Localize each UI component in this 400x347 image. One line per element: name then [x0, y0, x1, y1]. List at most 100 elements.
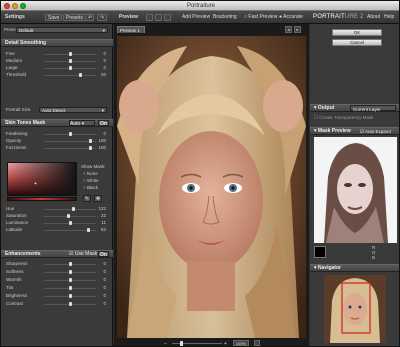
slider-knob[interactable]	[69, 270, 72, 274]
slider-knob[interactable]	[69, 59, 72, 63]
slider-row: Fuzziness 100	[6, 145, 106, 151]
detail-smoothing-header: Detail Smoothing	[1, 39, 113, 47]
tab-prev-icon[interactable]: ◂	[285, 26, 292, 33]
slider-row: Latitude 82	[6, 227, 106, 233]
slider-label: Sharpness	[6, 261, 28, 266]
slider-knob[interactable]	[71, 207, 75, 211]
use-mask-checkbox[interactable]: ☑ Use Mask	[69, 251, 97, 258]
skin-mode-select[interactable]: Auto ▾	[69, 120, 95, 127]
slider-row: Sharpness 0	[6, 261, 106, 267]
slider-knob[interactable]	[89, 139, 92, 143]
about-link[interactable]: About	[367, 14, 380, 21]
fast-preview-radio[interactable]: ○ Fast Preview	[244, 14, 277, 21]
show-mask-white-radio[interactable]: ○ White	[83, 178, 109, 184]
side-by-side-view-icon[interactable]	[164, 14, 171, 21]
tab-next-icon[interactable]: ▸	[294, 26, 301, 33]
add-preview-button[interactable]: Add Preview	[182, 14, 210, 21]
slider-row: Warmth 0	[6, 277, 106, 283]
slider-knob[interactable]	[69, 66, 72, 70]
zoom-in-icon[interactable]: +	[224, 341, 227, 346]
auto-expand-checkbox[interactable]: ☑ Auto Expand	[360, 128, 391, 135]
ok-button[interactable]: OK	[332, 29, 382, 36]
slider-label: Saturation	[6, 213, 27, 218]
slider-knob[interactable]	[69, 221, 72, 225]
save-button[interactable]: Save	[45, 14, 63, 21]
slider-knob[interactable]	[69, 262, 72, 266]
single-view-icon[interactable]	[146, 14, 153, 21]
navigator-thumbnail[interactable]	[324, 275, 386, 343]
create-transparency-checkbox[interactable]: ☐ Create Transparency Mask	[314, 115, 399, 121]
settings-panel: Preset Default ▾ Detail Smoothing Fine 0 Me…	[1, 24, 113, 346]
slider-label: Latitude	[6, 227, 23, 232]
zoom-out-icon[interactable]: −	[164, 341, 167, 346]
slider-label: Fuzziness	[6, 145, 27, 150]
skin-tones-mask-header: Skin Tones Mask Auto ▾ On	[1, 119, 113, 127]
help-link[interactable]: Help	[384, 14, 394, 21]
preview-area: Preview 1 ◂ ▸ − + 100%	[114, 24, 309, 346]
slider-row: Saturation 22	[6, 213, 106, 219]
slider-value: 122	[98, 206, 106, 211]
slider-knob[interactable]	[69, 286, 72, 290]
toolbar: Settings Save Presets ↶ ↷ Preview Add Pr…	[1, 11, 399, 24]
portrait-size-select[interactable]: Auto Detect ▾	[39, 107, 107, 113]
close-window-button[interactable]	[4, 3, 10, 9]
slider-value: 100	[98, 138, 106, 143]
portrait-size-label: Portrait Size	[6, 107, 31, 112]
presets-button[interactable]: Presets	[63, 14, 86, 21]
zoom-slider-knob[interactable]	[180, 341, 183, 346]
slider-row: Luminance 11	[6, 220, 106, 226]
eyedropper-icon[interactable]: ✎	[83, 195, 91, 202]
preset-select[interactable]: Default ▾	[16, 27, 108, 33]
slider-knob[interactable]	[79, 73, 82, 77]
show-mask-black-radio[interactable]: ○ Black	[83, 185, 109, 191]
slider-knob[interactable]	[89, 146, 92, 150]
output-value: Current Layer	[353, 107, 381, 112]
redo-icon[interactable]: ↷	[97, 14, 107, 21]
slider-value: 20	[100, 72, 106, 77]
slider-knob[interactable]	[86, 228, 90, 232]
slider-knob[interactable]	[66, 214, 70, 218]
picker-crosshair-icon[interactable]: +	[34, 181, 37, 187]
enhancements-on-toggle[interactable]: On	[98, 251, 109, 258]
skin-on-toggle[interactable]: On	[98, 120, 109, 127]
slider-label: Contrast	[6, 301, 24, 306]
hand-tool-icon[interactable]	[254, 340, 260, 346]
slider-value: 0	[103, 285, 106, 290]
zoom-window-button[interactable]	[20, 3, 26, 9]
show-mask-none-radio[interactable]: ○ None	[83, 171, 109, 177]
bracketing-button[interactable]: Bracketing	[213, 14, 237, 21]
window-title: Portraiture	[186, 3, 215, 9]
slider-knob[interactable]	[69, 52, 72, 56]
undo-icon[interactable]: ↶	[85, 14, 94, 21]
accurate-radio[interactable]: ● Accurate	[279, 14, 303, 21]
zoom-level-select[interactable]: 100%	[233, 340, 249, 346]
preview-image[interactable]	[117, 36, 306, 338]
slider-value: 11	[101, 220, 106, 225]
slider-label: Luminance	[6, 220, 29, 225]
enhancements-header: Enhancements ☑ Use Mask On	[1, 250, 113, 258]
slider-value: 0	[103, 65, 106, 70]
slider-row: Brightness 0	[6, 293, 106, 299]
skin-color-picker[interactable]: +	[7, 162, 77, 196]
tab-preview-1[interactable]: Preview 1	[117, 26, 145, 33]
preset-label: Preset	[4, 27, 18, 32]
slider-track[interactable]	[44, 209, 96, 210]
slider-value: 0	[103, 277, 106, 282]
hue-strip[interactable]	[7, 197, 77, 201]
slider-value: 0	[103, 131, 106, 136]
split-view-icon[interactable]	[155, 14, 162, 21]
cancel-button[interactable]: Cancel	[332, 39, 382, 46]
slider-value: 82	[100, 227, 106, 232]
slider-track[interactable]	[44, 75, 96, 76]
slider-knob[interactable]	[69, 278, 72, 282]
slider-track[interactable]	[44, 216, 96, 217]
slider-label: Brightness	[6, 293, 28, 298]
slider-knob[interactable]	[69, 132, 72, 136]
slider-knob[interactable]	[69, 294, 72, 298]
output-select[interactable]: Current Layer	[350, 105, 396, 112]
mask-preview-image	[314, 137, 397, 243]
eyedropper-add-icon[interactable]: ✚	[94, 195, 102, 202]
slider-knob[interactable]	[69, 302, 72, 306]
mask-preview-header: ▾ Mask Preview ☑ Auto Expand	[310, 127, 399, 135]
minimize-window-button[interactable]	[12, 3, 18, 9]
